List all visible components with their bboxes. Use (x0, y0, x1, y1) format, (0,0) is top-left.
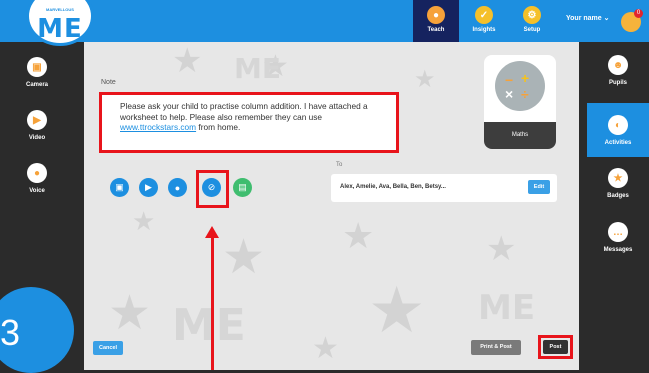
video-button[interactable]: ▶ Video (20, 110, 54, 141)
voice-button[interactable]: ● Voice (20, 163, 54, 194)
pointer-arrow-shaft (211, 237, 214, 370)
attach-photo-button[interactable]: ▣ (110, 178, 129, 197)
film-icon: ▶ (145, 182, 152, 192)
background-logo-watermark: ME (234, 52, 281, 85)
badges-button[interactable]: ★ Badges (601, 168, 635, 199)
badges-label: Badges (607, 193, 629, 199)
step-number: 3 (0, 312, 21, 353)
activities-button[interactable]: ◐ Activities (601, 115, 635, 146)
clipboard-icon: ▤ (238, 182, 247, 192)
video-label: Video (28, 135, 46, 141)
tab-teach-label: Teach (427, 27, 445, 33)
background-star-decoration: ★ (414, 66, 436, 93)
recipients-list: Alex, Amelie, Ava, Bella, Ben, Betsy... (340, 184, 446, 190)
recipients-label: To (336, 162, 343, 168)
camera-icon: ▣ (115, 182, 124, 192)
microphone-icon: ● (27, 163, 47, 183)
edit-recipients-button[interactable]: Edit (528, 180, 550, 194)
background-star-decoration: ★ (132, 206, 156, 236)
tab-setup[interactable]: ⚙ Setup (509, 0, 555, 42)
background-star-decoration: ★ (108, 287, 152, 340)
tab-teach[interactable]: ● Teach (413, 0, 459, 42)
maths-symbols-icon: − + × ÷ (495, 61, 545, 111)
attach-resource-button[interactable]: ▤ (233, 178, 252, 197)
pupils-icon: ☻ (608, 55, 628, 75)
post-highlight-box: Post (538, 335, 573, 359)
tab-insights-label: Insights (472, 27, 496, 33)
voice-label: Voice (29, 188, 45, 194)
attach-voice-button[interactable]: ● (168, 178, 187, 197)
speech-bubble-icon: … (608, 222, 628, 242)
subject-label: Maths (484, 122, 556, 149)
background-logo-watermark: ME (172, 300, 246, 351)
activities-label: Activities (604, 140, 632, 146)
subject-card-maths[interactable]: − + × ÷ Maths (484, 55, 556, 149)
messages-label: Messages (603, 247, 633, 253)
note-link[interactable]: www.ttrockstars.com (120, 122, 196, 132)
camera-label: Camera (25, 82, 48, 88)
logo-top-text: MARVELLOUS (46, 7, 74, 12)
background-star-decoration: ★ (368, 274, 426, 346)
background-star-decoration: ★ (222, 231, 266, 284)
video-icon: ▶ (27, 110, 47, 130)
camera-icon: ▣ (27, 57, 47, 77)
apple-icon: ● (427, 6, 445, 24)
activities-icon: ◐ (608, 115, 628, 135)
tab-setup-label: Setup (523, 27, 541, 33)
note-text-end: from home. (196, 122, 241, 132)
print-and-post-button[interactable]: Print & Post (471, 340, 521, 355)
background-star-decoration: ★ (312, 332, 339, 365)
background-star-decoration: ★ (172, 42, 203, 80)
cancel-button[interactable]: Cancel (93, 341, 123, 355)
checkmark-icon: ✓ (475, 6, 493, 24)
tab-insights[interactable]: ✓ Insights (461, 0, 507, 42)
note-label: Note (101, 79, 116, 86)
microphone-icon: ● (174, 182, 181, 193)
pupils-button[interactable]: ☻ Pupils (601, 55, 635, 86)
messages-button[interactable]: … Messages (601, 222, 635, 253)
user-name-menu[interactable]: Your name ⌄ (566, 14, 609, 22)
note-textarea[interactable]: Please ask your child to practise column… (99, 92, 399, 153)
post-button[interactable]: Post (543, 340, 568, 354)
attach-highlight-box (196, 170, 229, 208)
background-logo-watermark: ME (478, 288, 536, 328)
camera-button[interactable]: ▣ Camera (20, 57, 54, 88)
pupils-label: Pupils (608, 80, 627, 86)
star-badge-icon: ★ (608, 168, 628, 188)
background-star-decoration: ★ (342, 215, 375, 256)
notification-badge: 0 (634, 9, 643, 18)
attach-video-button[interactable]: ▶ (139, 178, 158, 197)
gear-icon: ⚙ (523, 6, 541, 24)
background-star-decoration: ★ (486, 230, 517, 268)
logo-text: ME (37, 14, 83, 44)
note-text: Please ask your child to practise column… (120, 101, 368, 122)
